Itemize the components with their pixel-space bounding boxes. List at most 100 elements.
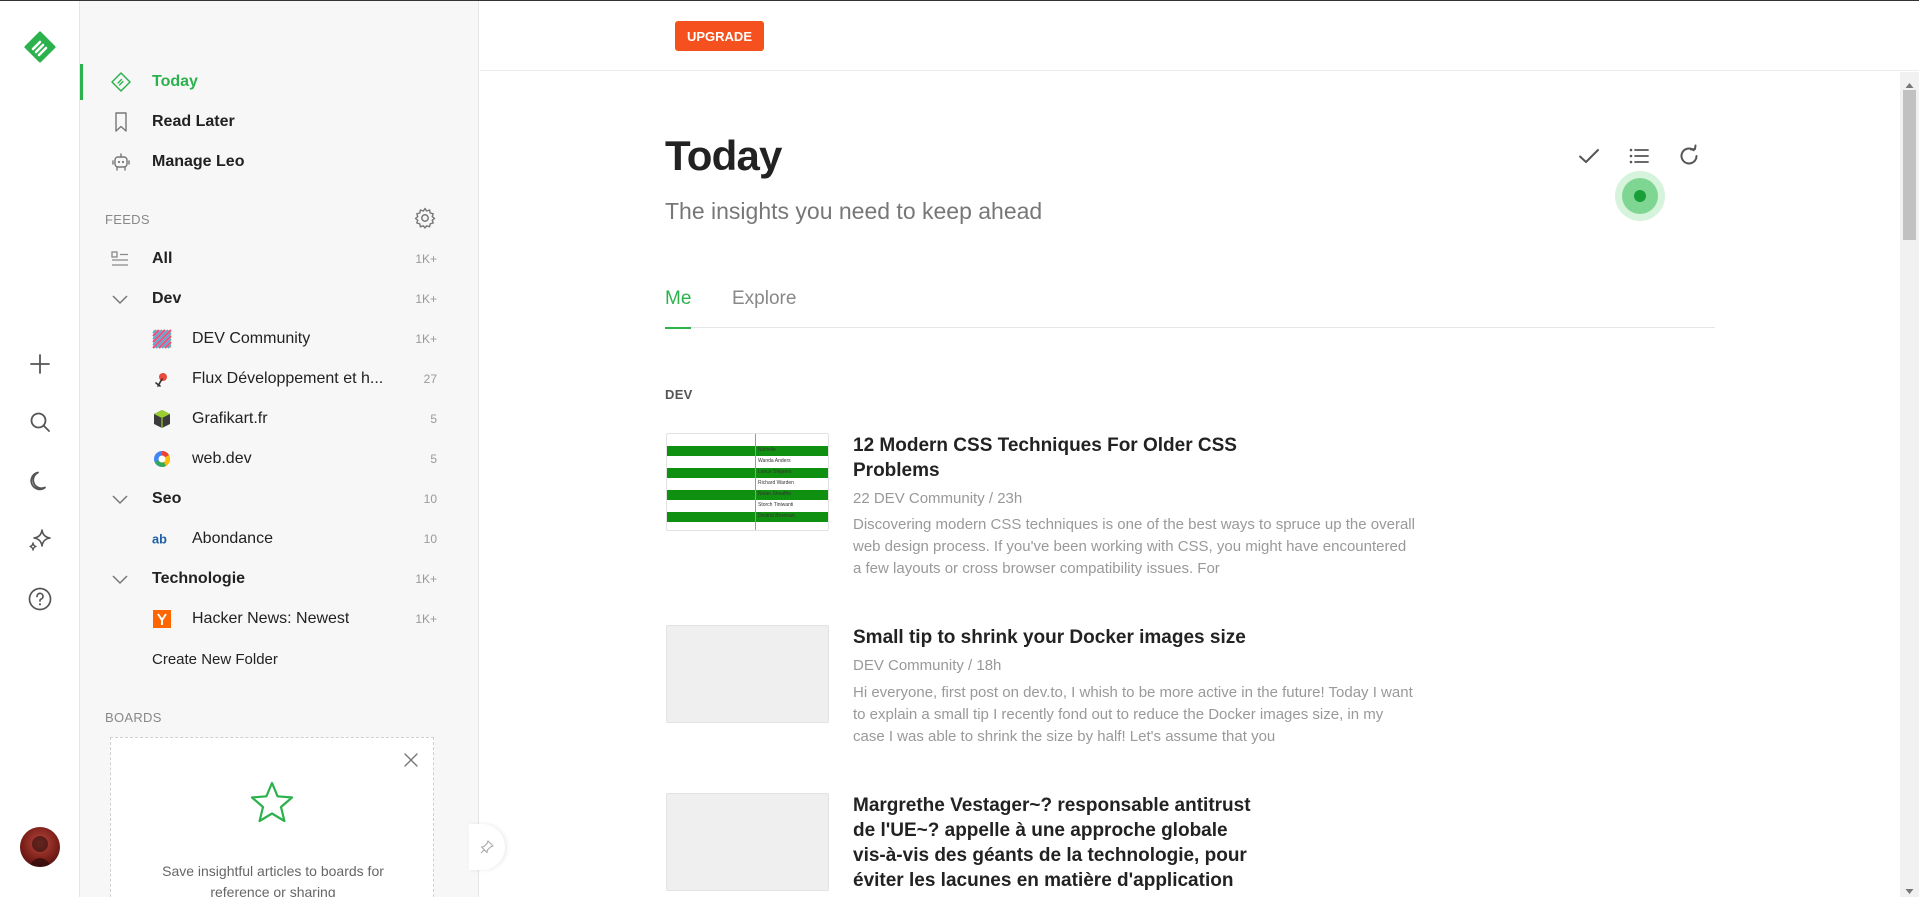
thumb-text: Lance Shigeno [758, 469, 792, 475]
upgrade-button[interactable]: UPGRADE [675, 21, 764, 51]
article-title[interactable]: Small tip to shrink your Docker images s… [853, 625, 1253, 650]
feed-grafikart[interactable]: Grafikart.fr 5 [80, 399, 479, 439]
feed-abondance[interactable]: ab Abondance 10 [80, 519, 479, 559]
article-title[interactable]: 12 Modern CSS Techniques For Older CSS P… [853, 433, 1253, 483]
thumb-stripe [667, 490, 828, 500]
hacker-news-icon [152, 609, 172, 629]
feed-dev-community[interactable]: DEV Community 1K+ [80, 319, 479, 359]
article-card[interactable]: Small tip to shrink your Docker images s… [665, 625, 1425, 765]
sidebar-item-manage-leo[interactable]: Manage Leo [80, 142, 479, 182]
top-bar: UPGRADE [480, 1, 1919, 71]
create-new-folder-button[interactable]: Create New Folder [80, 639, 479, 679]
boards-empty-text: Save insightful articles to boards for r… [162, 863, 384, 897]
mark-as-read-icon[interactable] [1573, 140, 1605, 172]
status-indicator-icon[interactable] [1615, 171, 1665, 221]
gear-icon[interactable] [412, 205, 438, 231]
section-label: DEV [665, 387, 693, 402]
page-subtitle: The insights you need to keep ahead [665, 198, 1043, 224]
add-icon[interactable] [20, 344, 60, 384]
flux-dev-icon [152, 369, 172, 389]
user-avatar[interactable] [20, 827, 60, 867]
tab-me[interactable]: Me [665, 288, 692, 329]
folder-seo[interactable]: Seo 10 [80, 479, 479, 519]
article-title[interactable]: Margrethe Vestager~? responsable antitru… [853, 793, 1253, 893]
moon-icon[interactable] [20, 461, 60, 501]
thumb-text: Richard Warden [758, 480, 794, 486]
status-indicator-dot [1634, 190, 1646, 202]
scroll-thumb[interactable] [1903, 90, 1916, 240]
today-icon [110, 71, 132, 93]
boards-empty-card: Save insightful articles to boards for r… [110, 737, 434, 897]
feed-name: Hacker News: Newest [192, 610, 350, 627]
status-indicator-ring [1622, 178, 1658, 214]
thumb-text: Destrid Bowman [758, 513, 795, 519]
grafikart-icon [152, 409, 172, 429]
close-icon[interactable] [401, 750, 421, 770]
bookmark-icon [110, 111, 132, 133]
thumb-text: Wanda Anders [758, 458, 791, 464]
unread-count: 5 [430, 452, 437, 466]
article-excerpt: Discovering modern CSS techniques is one… [853, 516, 1415, 577]
thumb-stripe [667, 468, 828, 478]
webdev-icon [152, 449, 172, 469]
unread-count: 1K+ [415, 332, 437, 346]
unread-count: 1K+ [415, 572, 437, 586]
tab-explore[interactable]: Explore [732, 288, 796, 328]
chevron-down-icon[interactable] [110, 289, 130, 309]
sidebar-item-label: Today [152, 73, 198, 90]
feedly-logo-icon[interactable] [20, 27, 60, 67]
thumb-text: Nolan Sheaffer [758, 491, 792, 497]
chevron-down-icon[interactable] [110, 569, 130, 589]
article-thumbnail [666, 793, 829, 891]
thumb-divider [755, 434, 756, 530]
search-icon[interactable] [20, 402, 60, 442]
pin-sidebar-icon[interactable] [469, 824, 505, 870]
sparkle-icon[interactable] [20, 520, 60, 560]
boards-section-label: BOARDS [105, 710, 162, 725]
leo-robot-icon [110, 151, 132, 173]
scroll-down-arrow-icon[interactable] [1905, 883, 1914, 894]
folder-name: Technologie [152, 570, 246, 587]
feed-name: DEV Community [192, 330, 311, 347]
article-card[interactable]: Margrethe Vestager~? responsable antitru… [665, 793, 1425, 897]
thumb-text: Storch Tiniwanti [758, 502, 794, 508]
folder-technologie[interactable]: Technologie 1K+ [80, 559, 479, 599]
unread-count: 5 [430, 412, 437, 426]
icon-rail [0, 1, 80, 897]
unread-count: 1K+ [415, 612, 437, 626]
star-icon [249, 780, 295, 826]
article-excerpt: Hi everyone, first post on dev.to, I whi… [853, 684, 1413, 745]
svg-text:ab: ab [152, 532, 167, 547]
unread-count: 27 [423, 372, 437, 386]
feed-hacker-news[interactable]: Hacker News: Newest 1K+ [80, 599, 479, 639]
folder-name: Dev [152, 290, 182, 307]
article-meta: 22 DEV Community / 23h [853, 490, 1023, 507]
list-icon [110, 249, 130, 269]
sidebar-item-label: Manage Leo [152, 153, 245, 170]
sidebar-item-today[interactable]: Today [80, 62, 479, 102]
chevron-down-icon[interactable] [110, 489, 130, 509]
feed-webdev[interactable]: web.dev 5 [80, 439, 479, 479]
help-icon[interactable] [20, 579, 60, 619]
thumb-stripe [667, 512, 828, 522]
thumb-text: Nichelle [758, 447, 776, 453]
list-view-icon[interactable] [1623, 140, 1655, 172]
feed-name: All [152, 250, 173, 267]
unread-count: 10 [423, 492, 437, 506]
refresh-icon[interactable] [1673, 140, 1705, 172]
article-card[interactable]: Nichelle Wanda Anders Lance Shigeno Rich… [665, 433, 1425, 583]
sidebar-item-label: Read Later [152, 113, 235, 130]
sidebar-item-all[interactable]: All 1K+ [80, 239, 479, 279]
page-title: Today [665, 132, 782, 179]
feed-flux-dev[interactable]: Flux Développement et h... 27 [80, 359, 479, 399]
folder-dev[interactable]: Dev 1K+ [80, 279, 479, 319]
scroll-up-arrow-icon[interactable] [1905, 77, 1914, 88]
feed-name: Grafikart.fr [192, 410, 268, 427]
unread-count: 1K+ [415, 292, 437, 306]
article-meta: DEV Community / 18h [853, 657, 1002, 674]
article-thumbnail [666, 625, 829, 723]
sidebar-item-read-later[interactable]: Read Later [80, 102, 479, 142]
abondance-icon: ab [152, 529, 172, 549]
scrollbar[interactable] [1900, 72, 1919, 897]
feeds-section-label: FEEDS [105, 212, 150, 227]
